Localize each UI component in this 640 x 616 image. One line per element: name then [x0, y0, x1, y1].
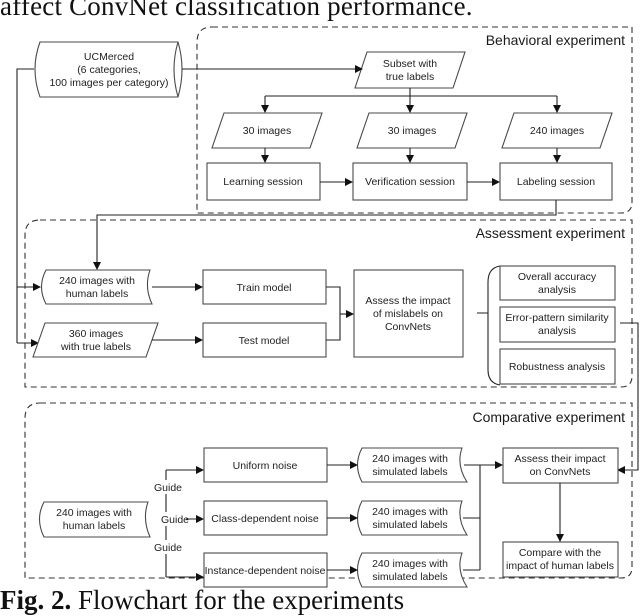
true-labels-node: 360 images with true labels — [32, 322, 159, 358]
guide-label-uniform: Guide — [154, 482, 182, 494]
simulated-3-line-1: 240 images with — [372, 558, 448, 570]
learning-session-label: Learning session — [223, 176, 303, 188]
connector-subset-branches — [265, 88, 557, 97]
test-model-node: Test model — [202, 322, 327, 358]
compare-line-1: Compare with the — [519, 547, 601, 559]
robustness-label: Robustness analysis — [509, 361, 605, 373]
ucmerced-dataset-node: UCMerced (6 categories, 100 images per c… — [34, 41, 183, 98]
subset-true-labels-node: Subset with true labels — [354, 51, 466, 89]
overall-accuracy-node: Overall accuracy analysis — [499, 265, 616, 301]
assess-mislabels-line-1: Assess the impact — [365, 295, 450, 307]
uniform-noise-node: Uniform noise — [203, 447, 328, 483]
true-labels-line-1: 360 images — [69, 328, 123, 340]
class-dependent-noise-node: Class-dependent noise — [203, 500, 328, 536]
subset-line-1: Subset with — [383, 58, 437, 70]
figure-caption-text: Flowchart for the experiments — [78, 585, 405, 615]
compare-line-2: impact of human labels — [506, 560, 614, 572]
comparative-human-labels-node: 240 images with human labels — [38, 501, 151, 538]
ucmerced-line-2: (6 categories, — [77, 64, 141, 76]
figure-caption-label: Fig. 2. — [0, 585, 72, 615]
labeling-session-label: Labeling session — [517, 176, 595, 188]
assess-mislabels-line-3: ConvNets — [385, 321, 431, 333]
learning-input-node: 30 images — [211, 112, 323, 149]
labeling-session-node: Labeling session — [499, 162, 613, 201]
learning-input-label: 30 images — [243, 125, 291, 137]
ucmerced-line-1: UCMerced — [84, 51, 134, 63]
figure-caption: Fig. 2. Flowchart for the experiments — [0, 585, 640, 616]
train-model-node: Train model — [202, 269, 327, 305]
robustness-node: Robustness analysis — [499, 348, 616, 385]
verification-input-label: 30 images — [388, 125, 436, 137]
analysis-bracket — [477, 265, 501, 386]
overall-accuracy-line-1: Overall accuracy — [518, 271, 597, 283]
assessment-human-labels-line-2: human labels — [66, 288, 128, 300]
simulated-1-line-2: simulated labels — [372, 466, 447, 478]
simulated-labels-node-1: 240 images with simulated labels — [356, 447, 469, 483]
assess-mislabels-line-2: of mislabels on — [373, 308, 443, 320]
connector-analysis-to-comparative — [617, 322, 639, 474]
assessment-human-labels-line-1: 240 images with — [59, 275, 135, 287]
overall-accuracy-line-2: analysis — [538, 284, 576, 296]
uniform-noise-label: Uniform noise — [233, 460, 298, 472]
assess-impact-line-1: Assess their impact — [514, 453, 605, 465]
true-labels-line-2: with true labels — [60, 341, 131, 353]
guide-label-instance: Guide — [154, 542, 182, 554]
verification-session-label: Verification session — [365, 176, 455, 188]
assess-mislabels-node: Assess the impact of mislabels on ConvNe… — [353, 269, 464, 358]
simulated-labels-node-2: 240 images with simulated labels — [356, 500, 469, 536]
labeling-input-label: 240 images — [530, 125, 584, 137]
simulated-2-line-1: 240 images with — [372, 506, 448, 518]
compare-human-labels-node: Compare with the impact of human labels — [502, 541, 619, 578]
simulated-1-line-1: 240 images with — [372, 453, 448, 465]
verification-session-node: Verification session — [352, 162, 468, 201]
connector-source-left-trunk — [16, 68, 34, 343]
class-dependent-noise-label: Class-dependent noise — [211, 513, 319, 525]
assessment-experiment-title: Assessment experiment — [476, 225, 626, 241]
flowchart: Behavioral experiment Assessment experim… — [16, 26, 639, 588]
test-model-label: Test model — [239, 335, 290, 347]
comparative-human-labels-line-2: human labels — [63, 520, 125, 532]
subset-line-2: true labels — [386, 71, 434, 83]
labeling-input-node: 240 images — [501, 112, 613, 149]
instance-dependent-noise-node: Instance-dependent noise — [203, 552, 328, 588]
verification-input-node: 30 images — [356, 112, 468, 149]
learning-session-node: Learning session — [206, 162, 321, 201]
guide-label-class: Guide — [161, 514, 189, 526]
simulated-2-line-2: simulated labels — [372, 519, 447, 531]
comparative-human-labels-line-1: 240 images with — [56, 507, 132, 519]
simulated-labels-node-3: 240 images with simulated labels — [356, 552, 469, 588]
error-pattern-node: Error-pattern similarity analysis — [499, 306, 616, 343]
assessment-human-labels-node: 240 images with human labels — [40, 269, 153, 305]
train-model-label: Train model — [236, 282, 291, 294]
instance-dependent-noise-label: Instance-dependent noise — [205, 565, 326, 577]
assess-impact-line-2: on ConvNets — [530, 466, 591, 478]
simulated-3-line-2: simulated labels — [372, 571, 447, 583]
error-pattern-line-2: analysis — [538, 325, 576, 337]
behavioral-experiment-title: Behavioral experiment — [486, 32, 625, 48]
comparative-experiment-title: Comparative experiment — [472, 409, 625, 425]
error-pattern-line-1: Error-pattern similarity — [505, 312, 609, 324]
assess-their-impact-node: Assess their impact on ConvNets — [502, 447, 619, 484]
connector-train-test-merge — [326, 286, 341, 341]
ucmerced-line-3: 100 images per category) — [49, 77, 168, 89]
